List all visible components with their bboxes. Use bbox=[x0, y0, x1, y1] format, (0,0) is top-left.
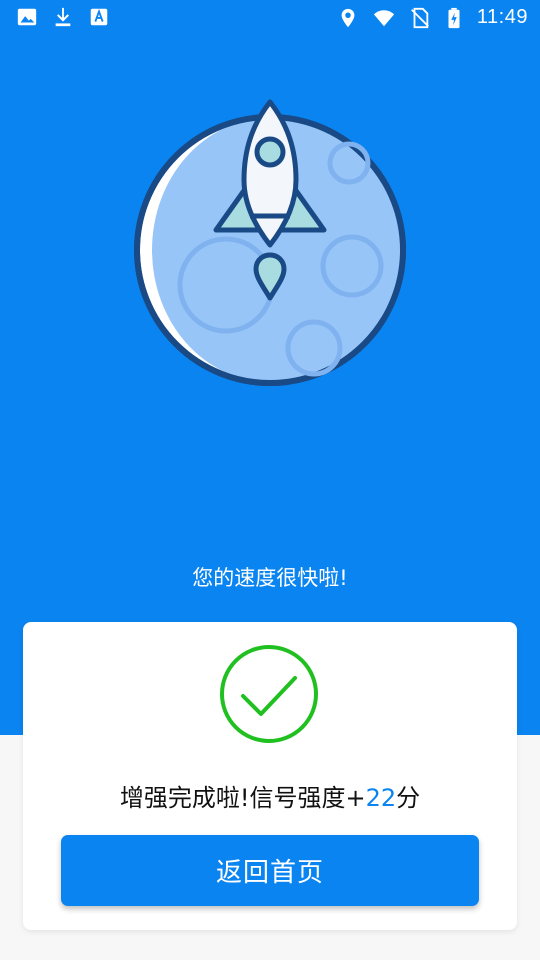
result-message-suffix: 分 bbox=[396, 784, 421, 812]
signal-score: 22 bbox=[365, 784, 397, 812]
rocket-moon-illustration bbox=[134, 99, 406, 386]
location-icon bbox=[341, 8, 355, 27]
status-bar: 11:49 bbox=[0, 0, 540, 36]
wifi-icon bbox=[373, 9, 395, 26]
no-sim-icon bbox=[411, 7, 429, 28]
download-icon bbox=[55, 7, 71, 27]
result-card: 增强完成啦!信号强度+22分 返回首页 bbox=[23, 622, 517, 930]
return-home-button[interactable]: 返回首页 bbox=[61, 835, 479, 906]
image-icon bbox=[17, 8, 37, 26]
font-icon bbox=[90, 8, 108, 26]
result-message-prefix: 增强完成啦!信号强度+ bbox=[119, 784, 366, 812]
speed-tagline: 您的速度很快啦! bbox=[192, 566, 348, 590]
check-circle-icon bbox=[220, 645, 318, 743]
result-message: 增强完成啦!信号强度+22分 bbox=[23, 778, 517, 813]
clock-time: 11:49 bbox=[476, 6, 528, 28]
battery-charging-icon bbox=[448, 7, 460, 28]
